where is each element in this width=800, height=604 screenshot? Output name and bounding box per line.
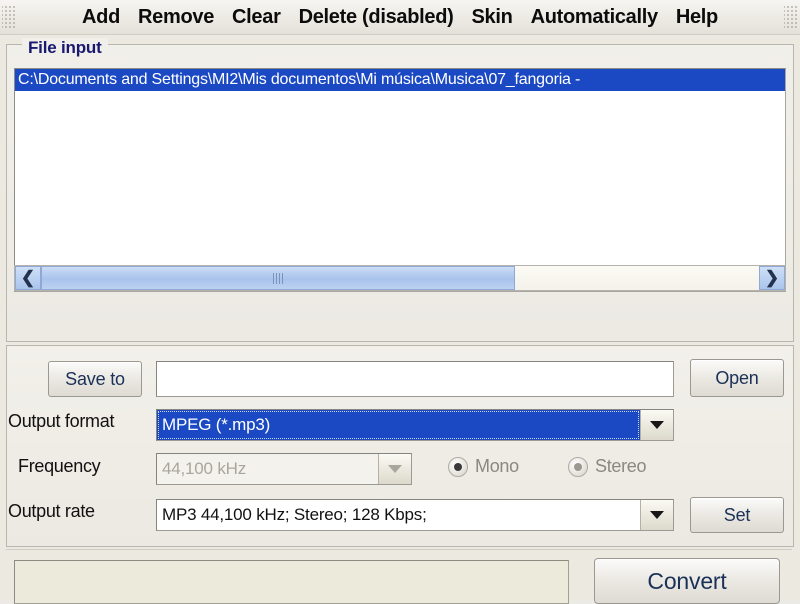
chevron-down-icon-frequency: [378, 454, 411, 484]
convert-button[interactable]: Convert: [594, 558, 780, 604]
menu-automatically[interactable]: Automatically: [522, 4, 667, 31]
scroll-right-arrow-icon[interactable]: ❯: [759, 266, 785, 290]
frequency-label: Frequency: [18, 456, 101, 476]
menu-skin[interactable]: Skin: [463, 4, 522, 31]
menu-bar: Add Remove Clear Delete (disabled) Skin …: [0, 0, 800, 35]
menu-items: Add Remove Clear Delete (disabled) Skin …: [18, 4, 782, 31]
output-format-label: Output format: [8, 411, 115, 431]
output-rate-value: MP3 44,100 kHz; Stereo; 128 Kbps;: [162, 505, 427, 524]
open-button[interactable]: Open: [690, 359, 784, 397]
file-list-horizontal-scrollbar[interactable]: ❮ ❯: [14, 265, 786, 291]
set-button[interactable]: Set: [690, 497, 784, 533]
output-rate-label: Output rate: [8, 501, 95, 521]
app-window: Add Remove Clear Delete (disabled) Skin …: [0, 0, 800, 604]
save-to-input[interactable]: [156, 361, 674, 397]
scrollbar-track[interactable]: [41, 266, 759, 290]
radio-stereo-icon[interactable]: [568, 456, 588, 477]
file-list[interactable]: C:\Documents and Settings\MI2\Mis docume…: [14, 68, 786, 292]
menu-help[interactable]: Help: [667, 4, 727, 31]
chevron-down-icon-rate[interactable]: [640, 500, 673, 530]
file-input-group-title: File input: [22, 38, 108, 58]
channel-stereo-label: Stereo: [595, 456, 647, 476]
save-to-button[interactable]: Save to: [48, 361, 142, 397]
frequency-value: 44,100 kHz: [162, 459, 246, 478]
chevron-down-icon[interactable]: [640, 410, 673, 440]
drag-grip-icon[interactable]: [2, 4, 16, 30]
list-item[interactable]: C:\Documents and Settings\MI2\Mis docume…: [15, 69, 785, 91]
menu-remove[interactable]: Remove: [129, 4, 223, 31]
scroll-thumb-grip-icon: [272, 272, 283, 284]
frequency-select: 44,100 kHz: [156, 453, 412, 485]
menu-delete[interactable]: Delete (disabled): [290, 4, 463, 31]
status-display: [14, 560, 569, 604]
output-format-value: MPEG (*.mp3): [157, 410, 640, 440]
drag-grip-icon-right[interactable]: [784, 4, 798, 30]
radio-mono-icon[interactable]: [448, 456, 468, 477]
scrollbar-thumb[interactable]: [41, 266, 515, 290]
output-format-select[interactable]: MPEG (*.mp3): [156, 409, 674, 441]
scroll-left-arrow-icon[interactable]: ❮: [15, 266, 41, 290]
output-rate-select[interactable]: MP3 44,100 kHz; Stereo; 128 Kbps;: [156, 499, 674, 531]
menu-add[interactable]: Add: [73, 4, 129, 31]
menu-clear[interactable]: Clear: [223, 4, 290, 31]
footer-divider: [6, 549, 792, 550]
channel-mono-option[interactable]: Mono: [448, 456, 519, 477]
channel-stereo-option[interactable]: Stereo: [568, 456, 647, 477]
channel-mono-label: Mono: [475, 456, 519, 476]
